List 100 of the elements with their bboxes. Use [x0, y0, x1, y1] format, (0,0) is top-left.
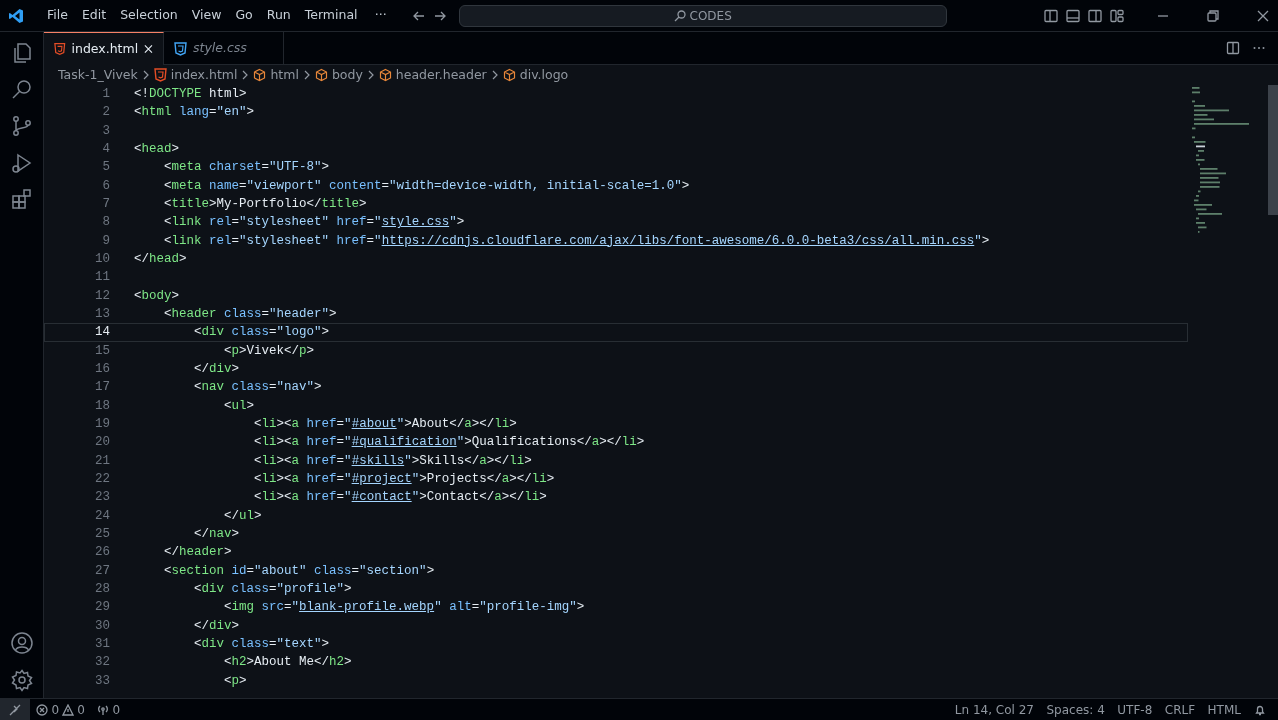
command-center[interactable]: CODES [459, 4, 948, 27]
menu-item[interactable]: Selection [113, 6, 185, 25]
html-file-icon [153, 68, 167, 82]
line-number: 23 [94, 489, 110, 507]
code-line: <meta charset="UTF-8"> [163, 159, 330, 177]
code-line: <meta name="viewport" content="width=device-width, initial-scale=1.0"> [163, 177, 690, 195]
warning-count[interactable]: 0 [77, 700, 85, 719]
more-menu[interactable]: ··· [367, 6, 394, 25]
status-item[interactable]: Ln 14, Col 27 [954, 700, 1034, 719]
breadcrumb-item[interactable]: div.logo [519, 65, 569, 85]
code-line: <link rel="stylesheet" href="https://cdnjs.cloudflare.com/ajax/libs/font-awesome/6.0.0-beta3/css/all.min.css"> [163, 232, 990, 250]
breadcrumb-item[interactable]: body [331, 65, 363, 85]
chevron-icon [141, 70, 150, 80]
menu-item[interactable]: File [40, 6, 75, 25]
menu-item[interactable]: Run [259, 6, 298, 25]
line-number: 19 [94, 415, 110, 433]
line-number: 1 [101, 86, 110, 103]
code-line: <body> [133, 287, 180, 305]
breadcrumb-item[interactable]: header.header [395, 65, 487, 85]
error-count[interactable]: 0 [51, 700, 59, 719]
tab-label: index.html [71, 39, 139, 58]
code-line: <li><a href="#about">About</a></li> [253, 415, 517, 433]
antenna-icon[interactable] [97, 703, 110, 716]
menu-item[interactable]: View [184, 6, 229, 25]
code-line: <li><a href="#contact">Contact</a></li> [253, 489, 547, 507]
settings-icon[interactable] [9, 667, 34, 692]
app-logo-icon [8, 7, 24, 24]
warning-icon[interactable] [62, 703, 75, 716]
code-line: </div> [193, 617, 240, 635]
toggle-panel-icon[interactable] [1064, 7, 1081, 24]
line-number: 10 [94, 250, 110, 268]
code-line: <title>My-Portfolio</title> [163, 195, 367, 213]
extensions-icon[interactable] [9, 187, 34, 212]
remote-icon [9, 703, 21, 716]
layout-icon[interactable] [1109, 7, 1126, 24]
restore-icon[interactable] [1205, 8, 1220, 23]
code-line: <div class="logo"> [193, 324, 330, 342]
chevron-icon [366, 70, 375, 80]
chevron-icon [302, 70, 311, 80]
code-line: </nav> [193, 525, 240, 543]
toggle-sidebar-icon[interactable] [1042, 7, 1059, 24]
error-icon[interactable] [36, 703, 49, 716]
scrollbar-thumb[interactable] [1268, 85, 1278, 215]
line-number: 29 [94, 599, 110, 617]
code-line: <div class="text"> [193, 635, 330, 653]
code-line: <link rel="stylesheet" href="style.css"> [163, 214, 465, 232]
breadcrumb-item[interactable]: html [270, 65, 299, 85]
line-number: 8 [101, 214, 110, 232]
menu-item[interactable]: Go [228, 6, 260, 25]
code-line: </header> [163, 544, 232, 562]
line-number: 20 [94, 434, 110, 452]
line-number: 3 [101, 122, 110, 140]
line-number: 14 [94, 324, 110, 342]
status-item[interactable]: UTF-8 [1117, 700, 1153, 719]
toggle-secondary-sidebar-icon[interactable] [1087, 7, 1103, 24]
code-line: <li><a href="#qualification">Qualifications</a></li> [253, 434, 645, 452]
account-icon[interactable] [9, 631, 34, 656]
code-line: </ul> [223, 507, 262, 525]
code-line: <h2>About Me</h2> [223, 654, 352, 672]
tab-label: style.css [193, 39, 247, 58]
menu-item[interactable]: Terminal [297, 6, 365, 25]
code-line: <!DOCTYPE html> [133, 86, 247, 103]
line-number: 2 [101, 104, 110, 122]
line-number: 11 [94, 269, 110, 287]
code-line: <p>Vivek</p> [223, 342, 315, 360]
code-line: <li><a href="#skills">Skills</a></li> [253, 452, 532, 470]
cube-icon [502, 68, 516, 82]
code-line: <div class="profile"> [193, 580, 352, 598]
search-icon [674, 9, 687, 22]
breadcrumb-item[interactable]: index.html [170, 65, 238, 85]
code-line: <header class="header"> [163, 305, 337, 323]
css-file-icon [174, 41, 187, 56]
line-number: 13 [94, 305, 110, 323]
status-item[interactable]: HTML [1207, 700, 1241, 719]
split-editor-icon[interactable] [1225, 41, 1240, 55]
editor-tab[interactable]: index.html [44, 32, 164, 65]
bell-icon[interactable] [1253, 703, 1266, 716]
code-line: <html lang="en"> [133, 104, 255, 122]
cube-icon [314, 68, 328, 82]
code-line: <section id="about" class="section"> [163, 562, 435, 580]
status-item[interactable]: Spaces: 4 [1046, 700, 1105, 719]
remote-button[interactable] [0, 699, 30, 720]
code-line: </head> [133, 250, 187, 268]
editor-tab[interactable]: style.css [164, 32, 284, 65]
code-line: <head> [133, 141, 180, 158]
line-number: 21 [94, 452, 110, 470]
html-file-icon [54, 42, 66, 56]
chevron-icon [241, 70, 250, 80]
breadcrumb-item[interactable]: Task-1_Vivek [58, 65, 138, 85]
menu-item[interactable]: Edit [74, 6, 114, 25]
line-number: 9 [101, 232, 110, 250]
cube-icon [253, 68, 267, 82]
line-number: 27 [94, 562, 110, 580]
close-icon[interactable] [1256, 8, 1270, 23]
code-line: <ul> [223, 397, 255, 415]
ports-count[interactable]: 0 [112, 700, 121, 719]
status-item[interactable]: CRLF [1164, 700, 1196, 719]
line-number: 7 [101, 195, 110, 213]
code-line: <img src="blank-profile.webp" alt="profile-img"> [223, 599, 585, 617]
line-number: 4 [101, 141, 110, 158]
